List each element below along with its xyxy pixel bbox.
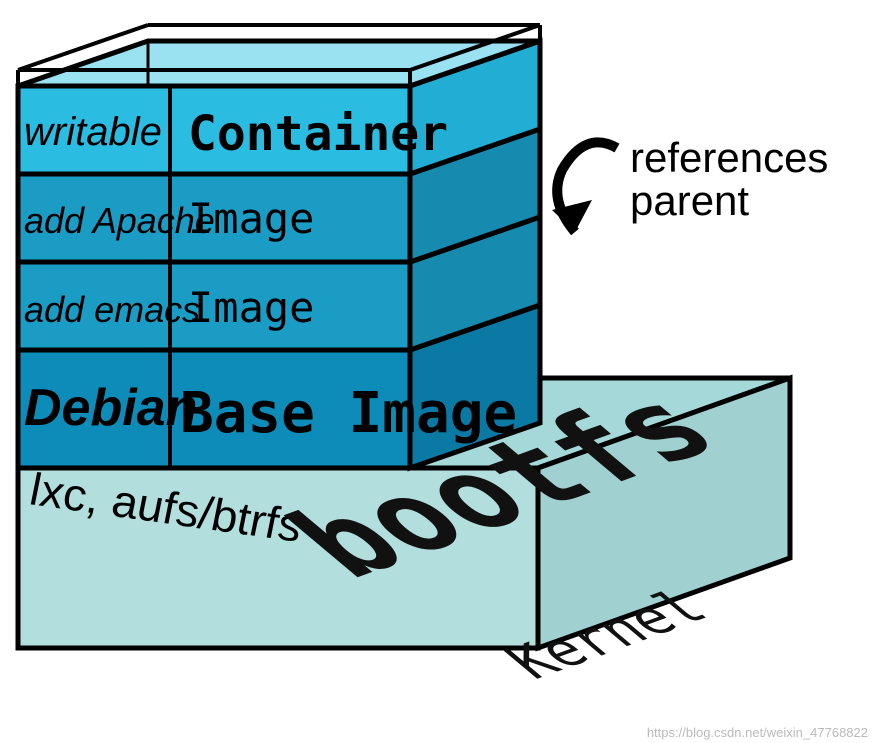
container-main-label: Container [188,106,448,162]
apache-left-label: add Apache [24,200,215,241]
references-parent-arrow: references parent [552,134,828,232]
apache-main-label: Image [188,194,314,243]
base-left-label: Debian [24,379,197,437]
emacs-main-label: Image [188,283,314,332]
emacs-left-label: add emacs [24,289,200,330]
annotation-line2: parent [630,177,749,224]
container-left-label: writable [24,110,162,154]
container-layer: writable Container [18,25,540,174]
watermark: https://blog.csdn.net/weixin_47768822 [647,725,868,740]
base-main-label: Base Image [180,381,517,446]
annotation-line1: references [630,134,828,181]
